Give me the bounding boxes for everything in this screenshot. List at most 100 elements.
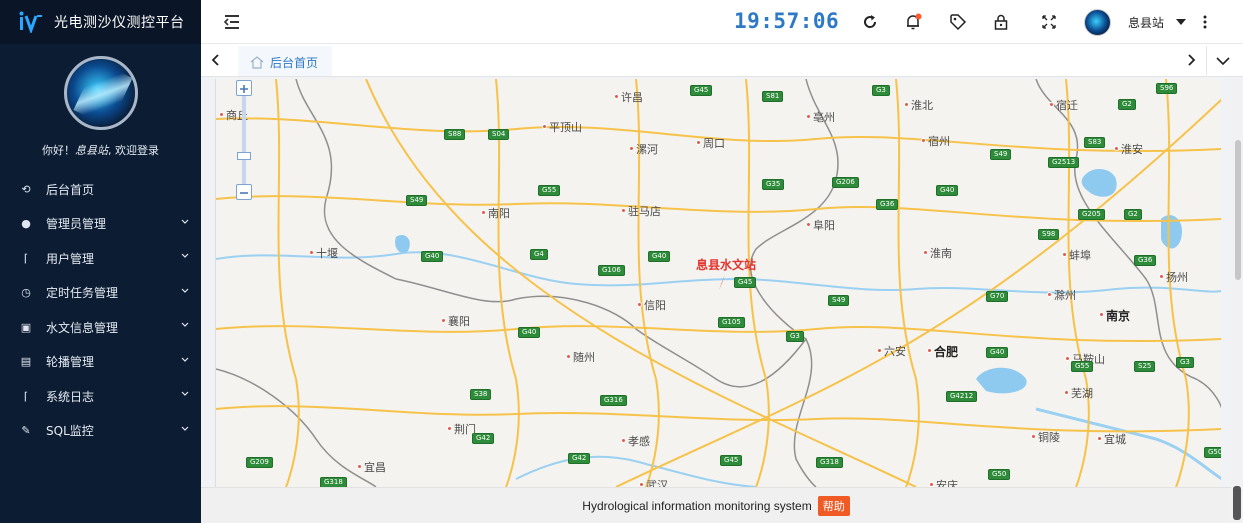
city-dot bbox=[542, 124, 547, 129]
highway-shield: G45 bbox=[690, 85, 713, 96]
help-button[interactable]: 帮助 bbox=[817, 495, 850, 516]
user-avatar[interactable] bbox=[63, 56, 138, 130]
city-label: 六安 bbox=[884, 345, 906, 358]
city-dot bbox=[1097, 436, 1102, 441]
highway-shield: G55 bbox=[538, 185, 561, 196]
highway-shield: S49 bbox=[990, 149, 1012, 160]
city-dot bbox=[621, 208, 626, 213]
home-icon: ⟲ bbox=[21, 182, 31, 196]
highway-shield: G42 bbox=[472, 433, 495, 444]
sidebar-item-1[interactable]: ● 管理员管理 bbox=[0, 207, 201, 242]
zoom-out-button[interactable] bbox=[236, 184, 252, 200]
city-label: 驻马店 bbox=[628, 205, 661, 218]
welcome-text: 你好！息县站, 欢迎登录 bbox=[0, 142, 201, 158]
city-label: 南阳 bbox=[488, 207, 510, 220]
city-label: 蚌埠 bbox=[1069, 249, 1091, 262]
highway-shield: G318 bbox=[320, 477, 347, 487]
highway-shield: G40 bbox=[421, 251, 444, 262]
highway-shield: G40 bbox=[936, 185, 959, 196]
carousel-icon: ▤ bbox=[20, 355, 32, 369]
app-title: 光电测沙仪测控平台 bbox=[54, 15, 185, 31]
page-scrollbar-thumb[interactable] bbox=[1235, 140, 1241, 280]
header-avatar[interactable] bbox=[1084, 9, 1111, 36]
city-dot bbox=[1062, 252, 1067, 257]
highway-shield: G70 bbox=[986, 291, 1009, 302]
welcome-suffix: , 欢迎登录 bbox=[108, 144, 159, 157]
highway-shield: G2 bbox=[1124, 209, 1142, 220]
station-label[interactable]: 息县水文站 bbox=[696, 256, 756, 273]
plus-icon bbox=[240, 85, 248, 93]
city-label: 扬州 bbox=[1166, 271, 1188, 284]
sidebar-item-label: 定时任务管理 bbox=[46, 286, 119, 301]
station-marker-icon[interactable] bbox=[717, 274, 727, 290]
sidebar-item-7[interactable]: ✎ SQL监控 bbox=[0, 414, 201, 449]
city-label: 武汉 bbox=[646, 479, 668, 487]
highway-shield: G2 bbox=[1118, 99, 1136, 110]
pen-icon: ✎ bbox=[21, 424, 31, 438]
chevron-down-icon bbox=[181, 426, 189, 431]
sidebar-item-5[interactable]: ▤ 轮播管理 bbox=[0, 345, 201, 380]
highway-shield: G40 bbox=[986, 347, 1009, 358]
tab-home[interactable]: 后台首页 bbox=[238, 46, 333, 76]
more-icon[interactable] bbox=[1202, 14, 1208, 30]
city-dot bbox=[927, 348, 932, 353]
tab-scroll-left-icon[interactable] bbox=[209, 52, 223, 68]
city-label: 宿迁 bbox=[1056, 99, 1078, 112]
zoom-slider-handle[interactable] bbox=[237, 152, 251, 160]
lock-icon[interactable] bbox=[992, 13, 1010, 31]
user-icon: ● bbox=[21, 217, 31, 231]
city-label: 信阳 bbox=[644, 299, 666, 312]
city-dot bbox=[921, 138, 926, 143]
top-header: 19:57:06 息县站 bbox=[201, 0, 1243, 44]
menu-collapse-icon[interactable] bbox=[223, 13, 241, 31]
chevron-down-icon bbox=[181, 288, 189, 293]
minus-icon bbox=[240, 192, 248, 194]
user-dropdown-caret-icon[interactable] bbox=[1176, 19, 1186, 25]
sidebar-item-label: 管理员管理 bbox=[46, 217, 107, 232]
highway-shield: S98 bbox=[1038, 229, 1060, 240]
city-label: 合肥 bbox=[934, 345, 959, 359]
highway-shield: S96 bbox=[1156, 83, 1178, 94]
tab-scroll-right-icon[interactable] bbox=[1184, 52, 1198, 68]
refresh-icon[interactable] bbox=[861, 13, 879, 31]
highway-shield: G106 bbox=[598, 265, 625, 276]
zoom-in-button[interactable] bbox=[236, 80, 252, 96]
welcome-prefix: 你好！ bbox=[42, 144, 75, 157]
tag-icon[interactable] bbox=[949, 13, 967, 31]
sidebar-item-0[interactable]: ⟲ 后台首页 bbox=[0, 172, 201, 207]
city-label: 阜阳 bbox=[813, 219, 835, 232]
footer: Hydrological information monitoring syst… bbox=[201, 487, 1231, 523]
city-label: 滁州 bbox=[1054, 289, 1076, 302]
zoom-slider-track[interactable] bbox=[242, 96, 246, 186]
city-dot bbox=[923, 250, 928, 255]
highway-shield: G2513 bbox=[1048, 157, 1080, 168]
sidebar-item-label: 系统日志 bbox=[46, 389, 95, 404]
highway-shield: S04 bbox=[488, 129, 510, 140]
brand[interactable]: 光电测沙仪测控平台 bbox=[0, 0, 201, 44]
user-avatar-wrap bbox=[0, 56, 201, 130]
sidebar-item-3[interactable]: ◷ 定时任务管理 bbox=[0, 276, 201, 311]
header-username[interactable]: 息县站 bbox=[1128, 14, 1164, 31]
city-dot bbox=[309, 250, 314, 255]
bell-icon[interactable] bbox=[904, 13, 922, 31]
sidebar-item-4[interactable]: ▣ 水文信息管理 bbox=[0, 310, 201, 345]
highway-shield: S88 bbox=[444, 129, 466, 140]
sidebar-item-label: 后台首页 bbox=[46, 182, 95, 197]
highway-shield: G205 bbox=[1078, 209, 1105, 220]
tab-bar: 后台首页 bbox=[201, 44, 1243, 77]
tab-options-button[interactable] bbox=[1206, 46, 1238, 75]
sidebar-item-label: 水文信息管理 bbox=[46, 320, 119, 335]
city-label: 孝感 bbox=[628, 435, 650, 448]
outer-scrollbar-thumb[interactable] bbox=[1233, 486, 1241, 520]
highway-shield: G55 bbox=[1071, 361, 1094, 372]
sidebar-item-2[interactable]: ⌈ 用户管理 bbox=[0, 241, 201, 276]
fullscreen-icon[interactable] bbox=[1040, 13, 1058, 31]
city-label: 亳州 bbox=[813, 111, 835, 124]
sidebar-item-6[interactable]: ⌈ 系统日志 bbox=[0, 379, 201, 414]
highway-shield: G40 bbox=[518, 327, 541, 338]
chevron-down-icon bbox=[181, 322, 189, 327]
city-label: 芜湖 bbox=[1071, 387, 1093, 400]
city-dot bbox=[629, 146, 634, 151]
map-zoom-control bbox=[236, 80, 254, 200]
highway-shield: G3 bbox=[872, 85, 890, 96]
